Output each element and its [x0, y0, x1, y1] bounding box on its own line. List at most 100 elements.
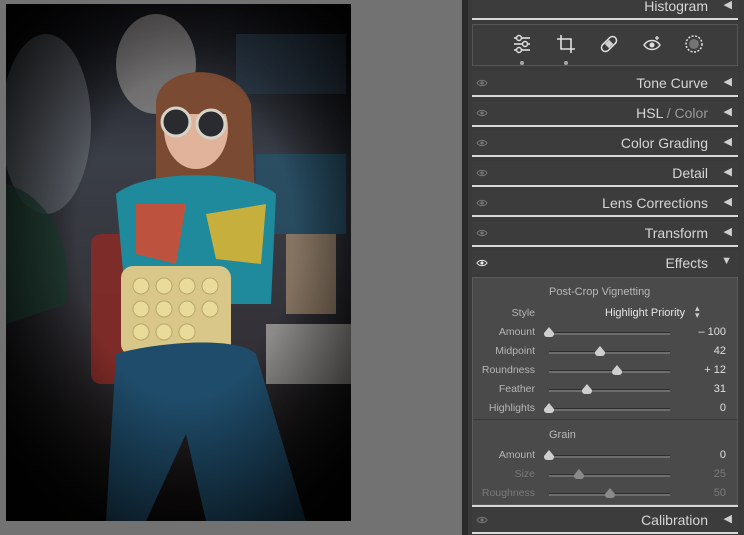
panel-divider [472, 125, 738, 127]
effects-header[interactable]: Effects ▼ [472, 251, 738, 275]
slider-track[interactable] [549, 455, 670, 458]
slider-value[interactable]: – 100 [698, 326, 726, 338]
eye-icon[interactable] [476, 514, 488, 526]
collapse-arrow-icon[interactable]: ◀ [724, 512, 732, 525]
style-label: Style [511, 307, 535, 319]
panel-divider [472, 155, 738, 157]
slider-thumb[interactable] [611, 365, 622, 375]
detail-header[interactable]: Detail ◀ [472, 161, 738, 185]
slider-label: Amount [498, 326, 535, 338]
tone-curve-header[interactable]: Tone Curve ◀ [472, 71, 738, 95]
hsl-color-title: HSL / Color [636, 105, 708, 121]
slider-label: Amount [498, 449, 535, 461]
eye-icon[interactable] [476, 257, 488, 269]
detail-title: Detail [672, 165, 708, 181]
eye-icon[interactable] [476, 197, 488, 209]
style-select[interactable]: Highlight Priority [605, 307, 685, 319]
edit-sliders-icon[interactable] [511, 33, 533, 65]
title-separator: / [662, 105, 675, 121]
color-grading-header[interactable]: Color Grading ◀ [472, 131, 738, 155]
slider-track[interactable] [549, 474, 670, 477]
slider-thumb[interactable] [594, 346, 605, 356]
slider-track[interactable] [549, 351, 670, 354]
slider-row-amount[interactable]: Amount – 100 [473, 323, 737, 342]
slider-value[interactable]: 0 [720, 449, 726, 461]
slider-thumb[interactable] [604, 488, 615, 498]
panel-divider [472, 185, 738, 187]
slider-track[interactable] [549, 408, 670, 411]
slider-row-highlights[interactable]: Highlights 0 [473, 399, 737, 418]
eye-icon[interactable] [476, 227, 488, 239]
panel-divider [472, 18, 738, 20]
slider-row-size[interactable]: Size 25 [473, 465, 737, 484]
slider-label: Size [514, 468, 535, 480]
photo-illustration [6, 4, 351, 521]
masking-icon[interactable] [683, 33, 705, 55]
active-dot [520, 61, 524, 65]
eye-icon[interactable] [476, 137, 488, 149]
panel-divider [472, 245, 738, 247]
calibration-header[interactable]: Calibration ◀ [472, 508, 738, 532]
collapse-arrow-icon[interactable]: ◀ [724, 225, 732, 238]
color-label[interactable]: Color [675, 105, 708, 121]
slider-value[interactable]: 42 [714, 345, 726, 357]
slider-row-amount[interactable]: Amount 0 [473, 446, 737, 465]
slider-value[interactable]: 50 [714, 487, 726, 499]
slider-row-roughness[interactable]: Roughness 50 [473, 484, 737, 503]
effects-body: Post-Crop Vignetting Style Highlight Pri… [472, 277, 738, 505]
collapse-arrow-icon[interactable]: ◀ [724, 75, 732, 88]
grain-section-title: Grain [549, 429, 576, 441]
slider-track[interactable] [549, 370, 670, 373]
slider-track[interactable] [549, 389, 670, 392]
slider-thumb[interactable] [544, 450, 554, 460]
slider-track[interactable] [549, 332, 670, 335]
tool-strip [472, 24, 738, 66]
vignette-section-title: Post-Crop Vignetting [549, 286, 651, 298]
vignette-style-row[interactable]: Style Highlight Priority ▴ ▾ [473, 304, 737, 323]
slider-label: Highlights [488, 402, 535, 414]
collapse-arrow-icon[interactable]: ◀ [724, 195, 732, 208]
photo-canvas[interactable] [0, 0, 462, 535]
collapse-arrow-icon[interactable]: ◀ [724, 135, 732, 148]
collapse-arrow-icon[interactable]: ◀ [724, 105, 732, 118]
slider-thumb[interactable] [581, 384, 592, 394]
active-dot [564, 61, 568, 65]
slider-value[interactable]: 31 [714, 383, 726, 395]
eye-icon[interactable] [476, 167, 488, 179]
eye-icon[interactable] [476, 77, 488, 89]
lens-corrections-title: Lens Corrections [602, 195, 708, 211]
red-eye-icon[interactable] [641, 33, 663, 55]
lens-corrections-header[interactable]: Lens Corrections ◀ [472, 191, 738, 215]
slider-label: Roundness [481, 364, 535, 376]
slider-value[interactable]: 25 [714, 468, 726, 480]
hsl-color-header[interactable]: HSL / Color ◀ [472, 101, 738, 125]
transform-header[interactable]: Transform ◀ [472, 221, 738, 245]
slider-label: Roughness [481, 487, 535, 499]
develop-panel: Histogram ◀ Tone Curve ◀ HSL / Color ◀ C… [468, 0, 744, 535]
up-down-arrows-icon[interactable]: ▴ ▾ [695, 304, 700, 320]
expand-arrow-icon[interactable]: ▼ [721, 255, 732, 267]
color-grading-title: Color Grading [620, 135, 708, 151]
collapse-arrow-icon[interactable]: ◀ [724, 165, 732, 178]
photo-preview[interactable] [6, 4, 351, 521]
panel-divider [472, 95, 738, 97]
slider-label: Feather [498, 383, 535, 395]
slider-row-midpoint[interactable]: Midpoint 42 [473, 342, 737, 361]
panel-divider [472, 505, 738, 507]
slider-thumb[interactable] [544, 327, 554, 337]
eye-icon[interactable] [476, 107, 488, 119]
slider-row-feather[interactable]: Feather 31 [473, 380, 737, 399]
slider-value[interactable]: 0 [720, 402, 726, 414]
slider-value[interactable]: + 12 [704, 364, 726, 376]
hsl-label[interactable]: HSL [636, 105, 663, 121]
effects-title: Effects [665, 255, 708, 271]
slider-thumb[interactable] [574, 469, 585, 479]
slider-row-roundness[interactable]: Roundness + 12 [473, 361, 737, 380]
histogram-header[interactable]: Histogram ◀ [472, 0, 738, 18]
healing-bandage-icon[interactable] [598, 33, 620, 55]
crop-icon[interactable] [555, 33, 577, 65]
panel-divider [472, 532, 738, 534]
slider-thumb[interactable] [544, 403, 554, 413]
collapse-arrow-icon[interactable]: ◀ [724, 0, 732, 11]
calibration-title: Calibration [641, 512, 708, 528]
